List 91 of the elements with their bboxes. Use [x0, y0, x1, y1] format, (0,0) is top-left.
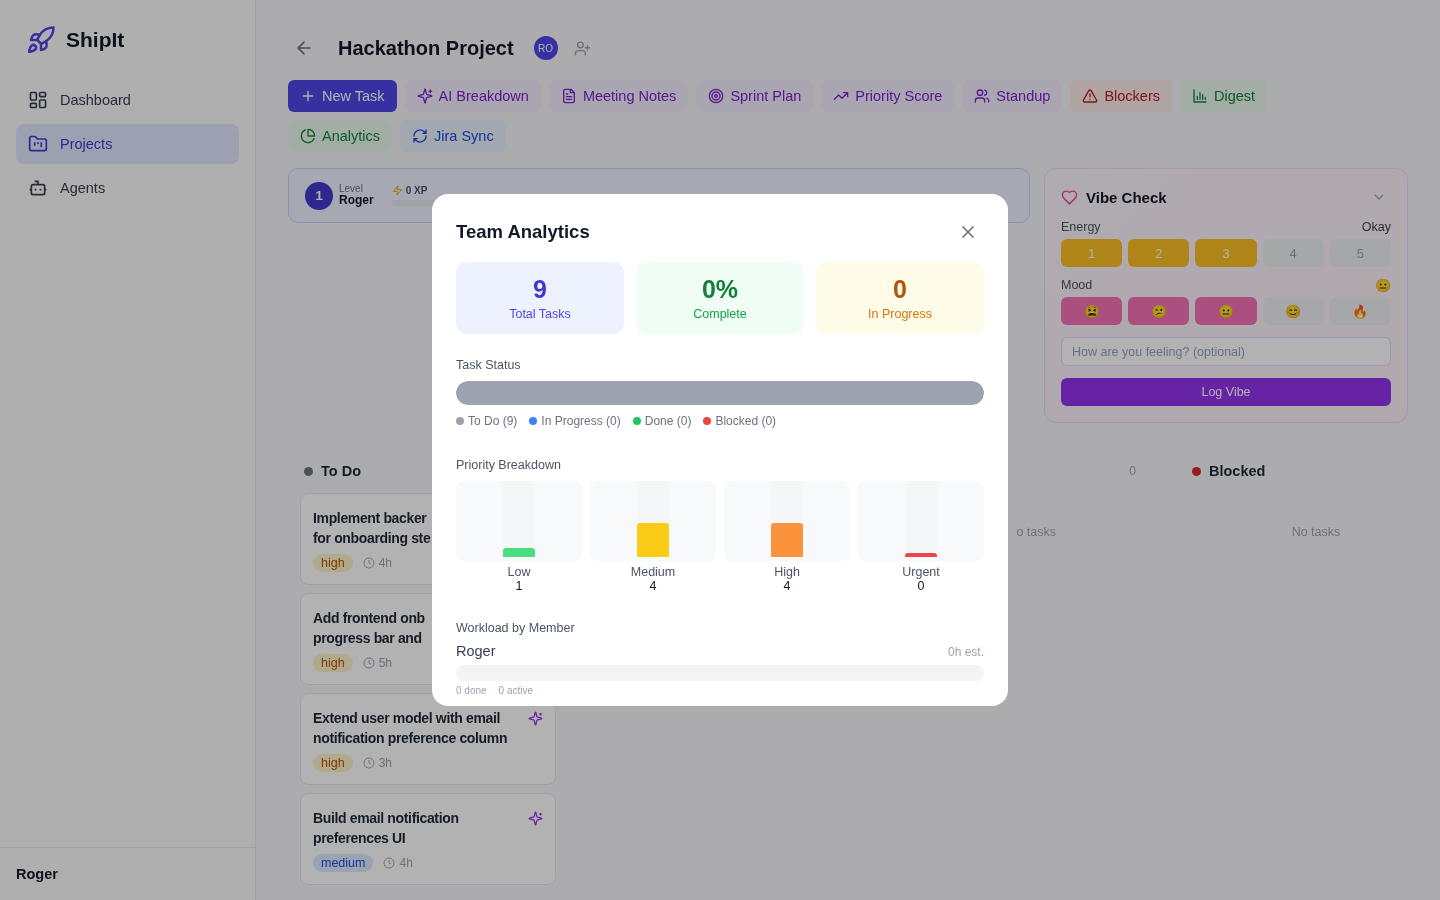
feeling-input[interactable]: How are you feeling? (optional)	[1061, 337, 1391, 366]
nav-item[interactable]: Dashboard	[16, 80, 239, 120]
column-title: To Do	[321, 463, 361, 479]
time-estimate: 3h	[378, 756, 392, 770]
legend-label: Blocked (0)	[715, 414, 777, 428]
priority-count: 4	[783, 579, 791, 593]
task-title: Build email notification preferences UI	[313, 809, 459, 848]
active-count: 0 active	[498, 685, 534, 696]
mood-label: Mood	[1061, 278, 1093, 292]
time-estimate: 4h	[399, 856, 413, 870]
member-name: Roger	[456, 643, 496, 659]
grid-icon	[28, 90, 48, 110]
energy-value: Okay	[1361, 220, 1391, 234]
legend-label: To Do (9)	[468, 414, 518, 428]
clock-icon	[362, 557, 375, 569]
lightning-icon	[391, 185, 403, 196]
clock-icon	[362, 757, 375, 769]
empty-message: No tasks	[1291, 525, 1341, 539]
priority-badge: high	[313, 654, 353, 672]
toolbar-button[interactable]: Sprint Plan	[696, 80, 814, 112]
column-count: 0	[1129, 464, 1136, 478]
task-title: Extend user model with email notification preference column	[313, 709, 508, 748]
column-title: Blocked	[1209, 463, 1266, 479]
task-card[interactable]: Build email notification preferences UI medium 4h	[300, 793, 556, 885]
priority-badge: high	[313, 754, 353, 772]
folder-icon	[28, 134, 48, 154]
app-name: ShipIt	[66, 28, 125, 52]
toolbar-button[interactable]: New Task	[288, 80, 397, 112]
nav-item[interactable]: Agents	[16, 168, 239, 208]
log-vibe-button[interactable]: Log Vibe	[1061, 378, 1391, 406]
toolbar-button[interactable]: Digest	[1180, 80, 1268, 112]
nav-item[interactable]: Projects	[16, 124, 239, 164]
sync-icon	[412, 128, 429, 144]
dialog-title: Team Analytics	[456, 221, 590, 243]
toolbar-button[interactable]: Analytics	[288, 120, 393, 152]
toolbar-button[interactable]: Blockers	[1070, 80, 1172, 112]
toolbar-button[interactable]: Standup	[962, 80, 1063, 112]
section-label: Priority Breakdown	[456, 458, 562, 472]
sparkle-icon	[416, 88, 433, 104]
xp-value: 0 XP	[405, 185, 428, 196]
clock-icon	[362, 657, 375, 669]
priority-badge: medium	[313, 854, 374, 872]
add-user-icon[interactable]	[573, 39, 591, 57]
task-title: Implement backer for onboarding ste	[313, 509, 431, 548]
chart-icon	[1192, 88, 1208, 104]
priority-count: 0	[917, 579, 925, 593]
priority-label: Urgent	[902, 565, 940, 579]
member-avatar: RO	[533, 36, 558, 60]
file-icon	[560, 88, 577, 104]
level-label: Level	[339, 183, 364, 195]
player-name: Roger	[339, 194, 374, 208]
stat-value: 0	[893, 275, 907, 304]
legend-label: Done (0)	[644, 414, 692, 428]
empty-message: o tasks	[1016, 525, 1056, 539]
user-name: Roger	[16, 866, 58, 882]
toolbar-button[interactable]: Priority Score	[821, 80, 955, 112]
priority-label: Low	[507, 565, 531, 579]
priority-badge: high	[313, 554, 353, 572]
time-estimate: 4h	[378, 556, 392, 570]
stat-label: Complete	[693, 307, 747, 321]
done-count: 0 done	[456, 685, 487, 696]
project-title: Hackathon Project	[338, 36, 514, 60]
priority-label: Medium	[630, 565, 676, 579]
section-label: Task Status	[456, 358, 522, 372]
robot-icon	[28, 178, 48, 198]
plus-icon	[300, 88, 316, 104]
task-title: Add frontend onb progress bar and	[313, 609, 425, 648]
priority-count: 4	[649, 579, 657, 593]
toolbar-button[interactable]: Jira Sync	[400, 120, 506, 152]
stat-label: Total Tasks	[509, 307, 571, 321]
target-icon	[708, 88, 725, 104]
stat-value: 0%	[701, 275, 739, 304]
users-icon	[974, 88, 991, 104]
time-estimate: 5h	[378, 656, 392, 670]
energy-label: Energy	[1061, 220, 1101, 234]
alert-icon	[1082, 88, 1099, 104]
toolbar-button[interactable]: Meeting Notes	[548, 80, 689, 112]
stat-value: 9	[533, 275, 547, 304]
panel-title: Vibe Check	[1086, 188, 1168, 206]
task-card[interactable]: Extend user model with email notification preference column high 3h	[300, 693, 556, 785]
member-estimate: 0h est.	[947, 645, 984, 659]
pie-icon	[300, 128, 316, 144]
mood-value: 😐	[1375, 277, 1391, 293]
stat-label: In Progress	[868, 307, 932, 321]
rocket-icon	[26, 25, 56, 55]
clock-icon	[383, 857, 396, 869]
toolbar-button[interactable]: AI Breakdown	[404, 80, 541, 112]
priority-label: High	[774, 565, 800, 579]
level-badge: 1	[305, 181, 333, 210]
legend-label: In Progress (0)	[541, 414, 621, 428]
heart-icon	[1061, 188, 1078, 206]
